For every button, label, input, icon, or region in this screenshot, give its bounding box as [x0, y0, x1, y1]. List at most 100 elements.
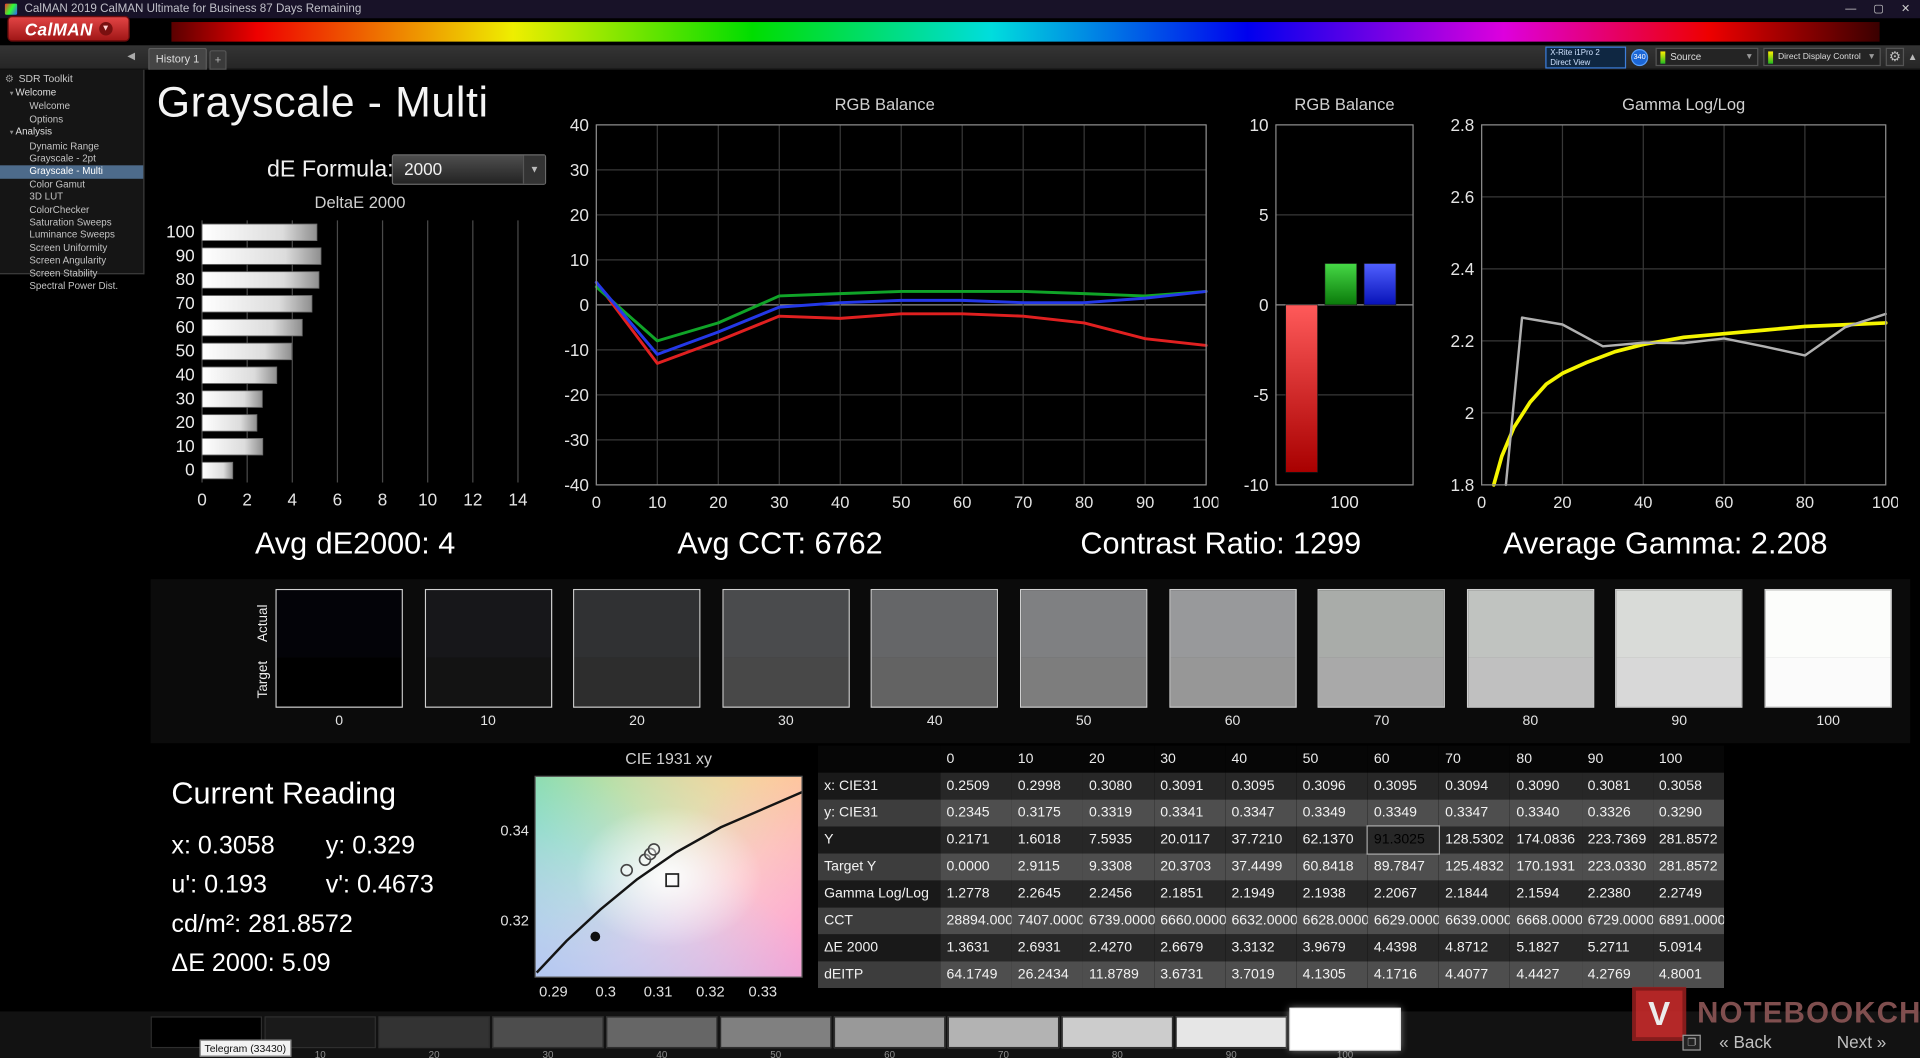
sidebar-item-3d-lut[interactable]: 3D LUT [0, 191, 143, 204]
pattern-swatch-70[interactable] [948, 1016, 1059, 1048]
window-mode-icon[interactable]: ❐ [1682, 1035, 1700, 1051]
pattern-swatch-20[interactable] [378, 1016, 489, 1048]
table-cell[interactable]: 91.3025 [1368, 827, 1439, 854]
sidebar-item-screen-stability[interactable]: Screen Stability [0, 268, 143, 281]
table-cell[interactable]: 7407.0000 [1012, 907, 1083, 934]
table-cell[interactable]: 9.3308 [1083, 853, 1154, 880]
table-cell[interactable]: 3.3132 [1225, 934, 1296, 961]
table-cell[interactable]: 2.1594 [1510, 880, 1581, 907]
table-cell[interactable]: 0.2998 [1012, 773, 1083, 800]
table-cell[interactable]: 3.7019 [1225, 961, 1296, 988]
table-cell[interactable]: 4.2769 [1581, 961, 1652, 988]
table-cell[interactable]: 2.1851 [1154, 880, 1225, 907]
table-cell[interactable]: 0.3080 [1083, 773, 1154, 800]
table-cell[interactable]: 0.3091 [1154, 773, 1225, 800]
table-cell[interactable]: 5.2711 [1581, 934, 1652, 961]
table-cell[interactable]: 0.3175 [1012, 800, 1083, 827]
table-cell[interactable]: 6729.0000 [1581, 907, 1652, 934]
table-cell[interactable]: 0.3347 [1225, 800, 1296, 827]
table-cell[interactable]: 2.1949 [1225, 880, 1296, 907]
table-cell[interactable]: 0.3349 [1368, 800, 1439, 827]
table-cell[interactable]: 6668.0000 [1510, 907, 1581, 934]
de-formula-dropdown[interactable]: 2000 ▼ [392, 154, 546, 185]
table-cell[interactable]: 3.6731 [1154, 961, 1225, 988]
table-cell[interactable]: 2.2067 [1368, 880, 1439, 907]
table-cell[interactable]: 2.1938 [1297, 880, 1368, 907]
table-cell[interactable]: 0.3347 [1439, 800, 1510, 827]
table-cell[interactable]: 128.5302 [1439, 827, 1510, 854]
sidebar-item-grayscale-2pt[interactable]: Grayscale - 2pt [0, 153, 143, 166]
table-cell[interactable]: 28894.0000 [940, 907, 1011, 934]
table-cell[interactable]: 0.2171 [940, 827, 1011, 854]
table-cell[interactable]: 2.9115 [1012, 853, 1083, 880]
table-cell[interactable]: 62.1370 [1297, 827, 1368, 854]
table-cell[interactable]: 2.1844 [1439, 880, 1510, 907]
sidebar-section-analysis[interactable]: Analysis [0, 126, 143, 140]
table-cell[interactable]: 125.4832 [1439, 853, 1510, 880]
sidebar-item-welcome[interactable]: Welcome [0, 101, 143, 114]
next-button[interactable]: Next » [1837, 1032, 1887, 1052]
table-cell[interactable]: 0.3326 [1581, 800, 1652, 827]
pattern-swatch-60[interactable] [834, 1016, 945, 1048]
pattern-swatch-30[interactable] [492, 1016, 603, 1048]
calman-menu-button[interactable]: CalMAN ▼ [7, 16, 129, 42]
back-button[interactable]: « Back [1719, 1032, 1771, 1052]
table-cell[interactable]: 223.7369 [1581, 827, 1652, 854]
table-cell[interactable]: 4.4398 [1368, 934, 1439, 961]
table-cell[interactable]: 0.3094 [1439, 773, 1510, 800]
table-cell[interactable]: 0.3090 [1510, 773, 1581, 800]
table-cell[interactable]: 2.2749 [1653, 880, 1724, 907]
table-cell[interactable]: 0.2509 [940, 773, 1011, 800]
table-cell[interactable]: 2.2456 [1083, 880, 1154, 907]
table-cell[interactable]: 2.4270 [1083, 934, 1154, 961]
table-cell[interactable]: 26.2434 [1012, 961, 1083, 988]
table-cell[interactable]: 20.3703 [1154, 853, 1225, 880]
table-cell[interactable]: 11.8789 [1083, 961, 1154, 988]
table-cell[interactable]: 1.6018 [1012, 827, 1083, 854]
table-cell[interactable]: 0.3290 [1653, 800, 1724, 827]
pattern-swatch-40[interactable] [606, 1016, 717, 1048]
table-cell[interactable]: 0.3341 [1154, 800, 1225, 827]
table-cell[interactable]: 5.1827 [1510, 934, 1581, 961]
pattern-swatch-90[interactable] [1176, 1016, 1287, 1048]
table-cell[interactable]: 0.3058 [1653, 773, 1724, 800]
table-cell[interactable]: 0.2345 [940, 800, 1011, 827]
table-cell[interactable]: 0.3081 [1581, 773, 1652, 800]
sidebar-section-welcome[interactable]: Welcome [0, 87, 143, 101]
meter-selector[interactable]: X-Rite i1Pro 2 Direct View [1545, 47, 1626, 69]
table-cell[interactable]: 2.6931 [1012, 934, 1083, 961]
table-cell[interactable]: 0.3349 [1297, 800, 1368, 827]
table-cell[interactable]: 4.8001 [1653, 961, 1724, 988]
table-cell[interactable]: 4.4427 [1510, 961, 1581, 988]
table-cell[interactable]: 281.8572 [1653, 827, 1724, 854]
table-cell[interactable]: 6639.0000 [1439, 907, 1510, 934]
table-cell[interactable]: 3.9679 [1297, 934, 1368, 961]
pattern-swatch-100[interactable] [1289, 1008, 1400, 1051]
table-cell[interactable]: 6632.0000 [1225, 907, 1296, 934]
table-cell[interactable]: 7.5935 [1083, 827, 1154, 854]
table-cell[interactable]: 6660.0000 [1154, 907, 1225, 934]
collapse-sidebar-icon[interactable]: ◀ [127, 50, 135, 61]
sidebar-item-screen-angularity[interactable]: Screen Angularity [0, 255, 143, 268]
table-cell[interactable]: 6629.0000 [1368, 907, 1439, 934]
pattern-swatch-80[interactable] [1062, 1016, 1173, 1048]
table-cell[interactable]: 37.4499 [1225, 853, 1296, 880]
table-cell[interactable]: 0.3095 [1225, 773, 1296, 800]
tab-history1[interactable]: History 1 [148, 48, 207, 70]
close-button[interactable]: ✕ [1901, 2, 1910, 15]
table-cell[interactable]: 64.1749 [940, 961, 1011, 988]
sidebar-item-colorchecker[interactable]: ColorChecker [0, 204, 143, 217]
collapse-panel-icon[interactable]: ▲ [1907, 48, 1919, 66]
sidebar-item-spectral-power-dist-[interactable]: Spectral Power Dist. [0, 281, 143, 294]
settings-gear-icon[interactable]: ⚙ [1886, 48, 1904, 66]
source-selector[interactable]: Source ▼ [1656, 48, 1759, 66]
sidebar-item-color-gamut[interactable]: Color Gamut [0, 179, 143, 192]
table-cell[interactable]: 4.4077 [1439, 961, 1510, 988]
table-cell[interactable]: 4.8712 [1439, 934, 1510, 961]
table-cell[interactable]: 0.3319 [1083, 800, 1154, 827]
add-tab-button[interactable]: + [209, 50, 226, 70]
table-cell[interactable]: 1.3631 [940, 934, 1011, 961]
maximize-button[interactable]: ▢ [1873, 2, 1883, 15]
table-cell[interactable]: 60.8418 [1297, 853, 1368, 880]
display-control-selector[interactable]: Direct Display Control ▼ [1763, 48, 1881, 66]
